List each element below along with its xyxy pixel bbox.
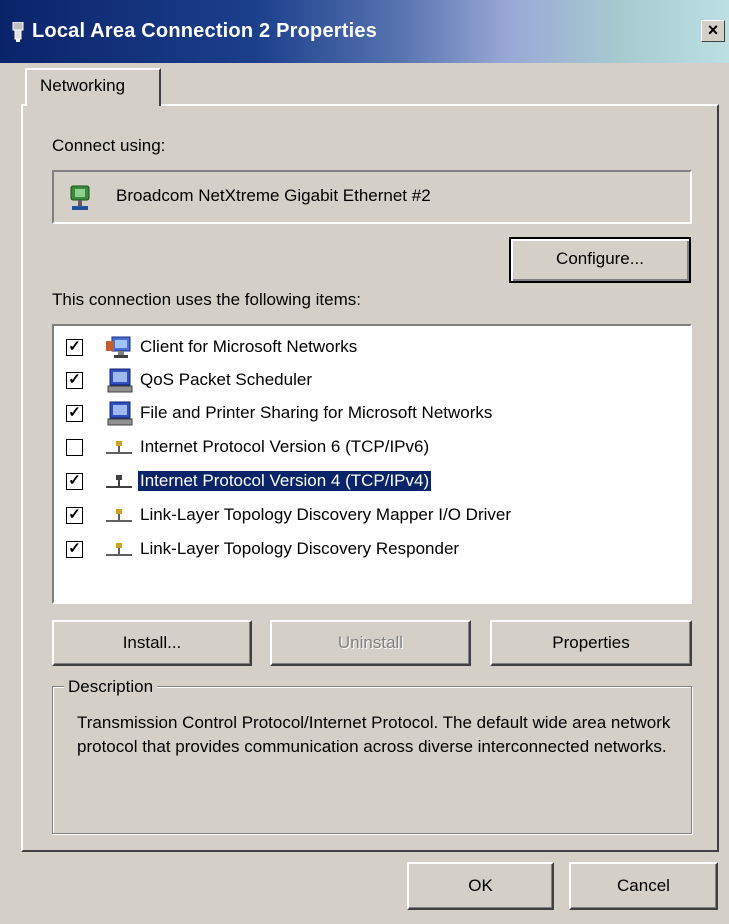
protocol-icon <box>106 475 132 488</box>
ok-button[interactable]: OK <box>407 862 554 910</box>
checkbox[interactable]: ✓ <box>66 372 83 389</box>
checkbox[interactable]: ✓ <box>66 541 83 558</box>
item-label: Link-Layer Topology Discovery Mapper I/O… <box>140 505 511 524</box>
window-title: Local Area Connection 2 Properties <box>32 20 378 42</box>
description-group <box>52 686 692 834</box>
close-button[interactable]: × <box>701 20 725 42</box>
cancel-button[interactable]: Cancel <box>569 862 718 910</box>
checkbox[interactable] <box>66 439 83 456</box>
protocol-icon <box>106 441 132 454</box>
item-label: Client for Microsoft Networks <box>140 337 358 356</box>
install-label: Install... <box>122 633 182 652</box>
checkbox[interactable]: ✓ <box>66 405 83 422</box>
items-label: This connection uses the following items… <box>52 290 361 309</box>
cancel-label: Cancel <box>617 876 670 895</box>
install-button[interactable]: Install... <box>52 620 252 666</box>
item-label: QoS Packet Scheduler <box>140 370 312 389</box>
uninstall-label: Uninstall <box>337 633 404 652</box>
adapter-field: Broadcom NetXtreme Gigabit Ethernet #2 <box>52 170 692 224</box>
item-label: Internet Protocol Version 6 (TCP/IPv6) <box>140 437 430 456</box>
checkbox[interactable]: ✓ <box>66 339 83 356</box>
properties-label: Properties <box>552 633 630 652</box>
ok-label: OK <box>468 876 493 895</box>
description-legend: Description <box>64 677 158 697</box>
item-label: Link-Layer Topology Discovery Responder <box>140 539 460 558</box>
tab-networking[interactable]: Networking <box>25 68 161 106</box>
adapter-name: Broadcom NetXtreme Gigabit Ethernet #2 <box>116 186 431 205</box>
configure-label: Configure... <box>556 249 644 268</box>
configure-button[interactable]: Configure... <box>509 237 691 283</box>
item-label-selected: Internet Protocol Version 4 (TCP/IPv4) <box>136 470 433 492</box>
item-label: File and Printer Sharing for Microsoft N… <box>140 403 493 422</box>
items-list[interactable]: ✓ Client for Microsoft Networks ✓ QoS Pa… <box>52 324 692 604</box>
properties-button[interactable]: Properties <box>490 620 692 666</box>
service-icon <box>107 368 133 393</box>
checkbox[interactable]: ✓ <box>66 473 83 490</box>
network-adapter-icon <box>70 185 90 210</box>
service-icon <box>107 401 133 426</box>
protocol-icon <box>106 543 132 556</box>
connect-using-label: Connect using: <box>52 136 166 155</box>
protocol-icon <box>106 509 132 522</box>
description-text: Transmission Control Protocol/Internet P… <box>77 713 671 756</box>
network-connection-icon <box>12 22 24 42</box>
title-bar[interactable]: Local Area Connection 2 Properties × <box>0 0 729 63</box>
uninstall-button[interactable]: Uninstall <box>270 620 471 666</box>
checkbox[interactable]: ✓ <box>66 507 83 524</box>
network-client-icon <box>106 336 131 358</box>
